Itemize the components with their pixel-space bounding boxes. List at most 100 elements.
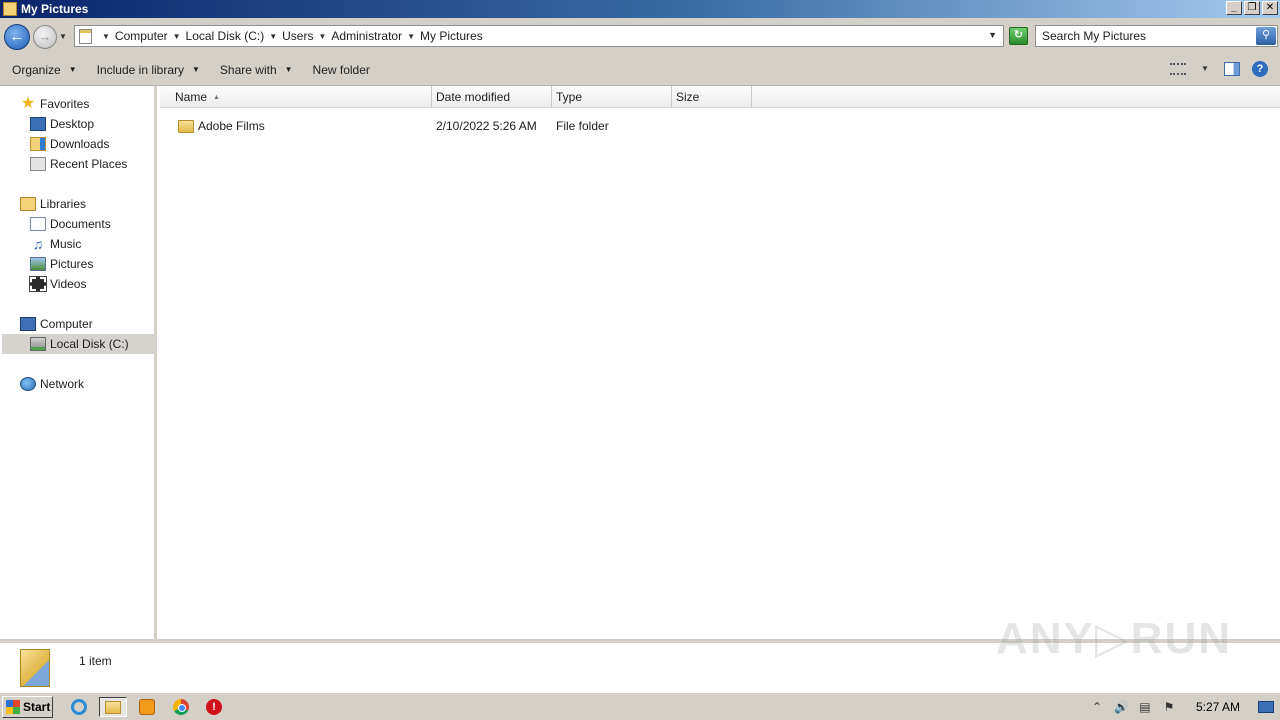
breadcrumb-computer[interactable]: Computer ▼ [115, 29, 186, 43]
nav-pictures[interactable]: Pictures [30, 254, 93, 274]
volume-icon[interactable]: 🔊 [1114, 700, 1129, 714]
anyrun-watermark: ANY▷RUN [995, 614, 1232, 663]
downloads-icon [30, 137, 46, 151]
file-list-pane: Name ▲ Date modified Type Size Adobe Film… [160, 86, 1280, 639]
pictures-icon [30, 257, 46, 271]
nav-label: Desktop [50, 117, 95, 131]
nav-label: Videos [50, 277, 87, 291]
view-controls: ▼ ? [1170, 61, 1268, 77]
network-status-icon[interactable]: ▤ [1138, 700, 1152, 714]
taskbar-stop-app[interactable]: ! [203, 697, 225, 717]
chevron-down-icon: ▼ [192, 65, 200, 74]
search-box: ⚲ [1035, 25, 1278, 47]
start-label: Start [23, 700, 51, 714]
libraries-icon [20, 197, 36, 211]
nav-network[interactable]: Network [20, 374, 84, 394]
star-icon: ★ [20, 95, 36, 112]
computer-icon [20, 317, 36, 331]
chrome-icon [173, 699, 189, 715]
taskbar-internet-explorer[interactable] [68, 697, 90, 717]
breadcrumb-my-pictures[interactable]: My Pictures [420, 29, 483, 43]
nav-documents[interactable]: Documents [30, 214, 111, 234]
nav-label: Computer [40, 317, 93, 331]
preview-pane-icon[interactable] [1224, 62, 1240, 76]
column-header-date-modified[interactable]: Date modified [432, 86, 552, 108]
column-header-type[interactable]: Type [552, 86, 672, 108]
stop-sign-icon: ! [206, 699, 222, 715]
taskbar-chrome[interactable] [170, 697, 192, 717]
recent-places-icon [30, 157, 46, 171]
back-button[interactable]: ← [4, 24, 30, 50]
nav-music[interactable]: ♫ Music [30, 234, 82, 254]
nav-local-disk[interactable]: Local Disk (C:) [2, 334, 157, 354]
taskbar: Start ! ⌃ 🔊 ▤ ⚑ 5:27 AM [0, 692, 1280, 720]
chevron-down-icon: ▼ [68, 65, 77, 74]
nav-label: Libraries [40, 197, 87, 211]
restore-button[interactable]: ❐ [1244, 1, 1260, 15]
share-with-button[interactable]: Share with ▼ [220, 63, 293, 77]
folder-window-icon [3, 2, 17, 16]
search-icon[interactable]: ⚲ [1256, 27, 1276, 45]
minimize-button[interactable]: _ [1226, 1, 1242, 15]
breadcrumb-users[interactable]: Users ▼ [282, 29, 331, 43]
nav-desktop[interactable]: Desktop [30, 114, 94, 134]
taskbar-media-player[interactable] [136, 697, 158, 717]
windows-explorer-icon [105, 700, 121, 714]
videos-icon [29, 276, 47, 292]
show-desktop-icon[interactable] [1258, 701, 1274, 713]
nav-libraries[interactable]: Libraries [20, 194, 86, 214]
item-count: 1 item [79, 654, 112, 668]
taskbar-windows-explorer[interactable] [99, 697, 127, 717]
chevron-down-icon[interactable]: ▼ [407, 32, 415, 41]
folder-icon [79, 28, 92, 44]
help-icon[interactable]: ? [1252, 61, 1268, 77]
organize-button[interactable]: Organize ▼ [12, 63, 77, 77]
internet-explorer-icon [71, 699, 87, 715]
window-title: My Pictures [21, 2, 89, 16]
address-history-chevron-down-icon[interactable]: ▼ [988, 30, 997, 40]
refresh-button[interactable]: ↻ [1009, 27, 1028, 45]
nav-label: Favorites [40, 97, 90, 111]
search-input[interactable] [1036, 27, 1254, 45]
file-name-cell: Adobe Films [160, 119, 432, 133]
media-player-icon [139, 699, 155, 715]
breadcrumb-local-disk[interactable]: Local Disk (C:) ▼ [186, 29, 283, 43]
navigation-pane: ★ Favorites Desktop Downloads Recent Pla… [0, 86, 157, 639]
view-options-chevron-down-icon[interactable]: ▼ [1198, 62, 1212, 76]
new-folder-button[interactable]: New folder [313, 63, 370, 77]
address-bar[interactable]: ▼ Computer ▼ Local Disk (C:) ▼ Users ▼ Admi… [74, 25, 1004, 47]
music-icon: ♫ [32, 236, 44, 252]
start-button[interactable]: Start [2, 696, 53, 718]
file-name: Adobe Films [198, 119, 265, 133]
clock[interactable]: 5:27 AM [1196, 700, 1240, 714]
chevron-down-icon[interactable]: ▼ [269, 32, 277, 41]
details-pane: 1 item ANY▷RUN [0, 614, 1280, 692]
recent-pages-chevron-down-icon[interactable]: ▼ [59, 32, 67, 41]
chevron-down-icon[interactable]: ▼ [173, 32, 181, 41]
nav-downloads[interactable]: Downloads [30, 134, 109, 154]
nav-favorites[interactable]: ★ Favorites [20, 94, 90, 114]
breadcrumb-root-chevron[interactable]: ▼ [97, 32, 115, 41]
nav-computer[interactable]: Computer [20, 314, 93, 334]
title-bar: My Pictures _ ❐ ✕ [0, 0, 1280, 18]
forward-button[interactable]: → [33, 25, 57, 49]
action-center-flag-icon[interactable]: ⚑ [1162, 700, 1176, 714]
nav-label: Music [50, 237, 82, 251]
chevron-down-icon: ▼ [284, 65, 293, 74]
nav-videos[interactable]: Videos [29, 274, 87, 294]
file-date-modified: 2/10/2022 5:26 AM [436, 119, 537, 133]
include-in-library-button[interactable]: Include in library ▼ [97, 63, 200, 77]
system-tray: ⌃ 🔊 ▤ ⚑ 5:27 AM [1090, 695, 1280, 719]
documents-icon [30, 217, 46, 231]
nav-label: Recent Places [50, 157, 128, 171]
close-button[interactable]: ✕ [1262, 1, 1278, 15]
change-view-icon[interactable] [1170, 63, 1186, 75]
file-row[interactable]: Adobe Films 2/10/2022 5:26 AM File folde… [160, 116, 760, 136]
column-header-name[interactable]: Name ▲ [160, 86, 432, 108]
chevron-down-icon[interactable]: ▼ [318, 32, 326, 41]
show-hidden-icons-chevron-up-icon[interactable]: ⌃ [1090, 700, 1104, 714]
column-header-size[interactable]: Size [672, 86, 752, 108]
windows-logo-icon [6, 700, 20, 714]
nav-recent-places[interactable]: Recent Places [30, 154, 127, 174]
breadcrumb-administrator[interactable]: Administrator ▼ [331, 29, 420, 43]
